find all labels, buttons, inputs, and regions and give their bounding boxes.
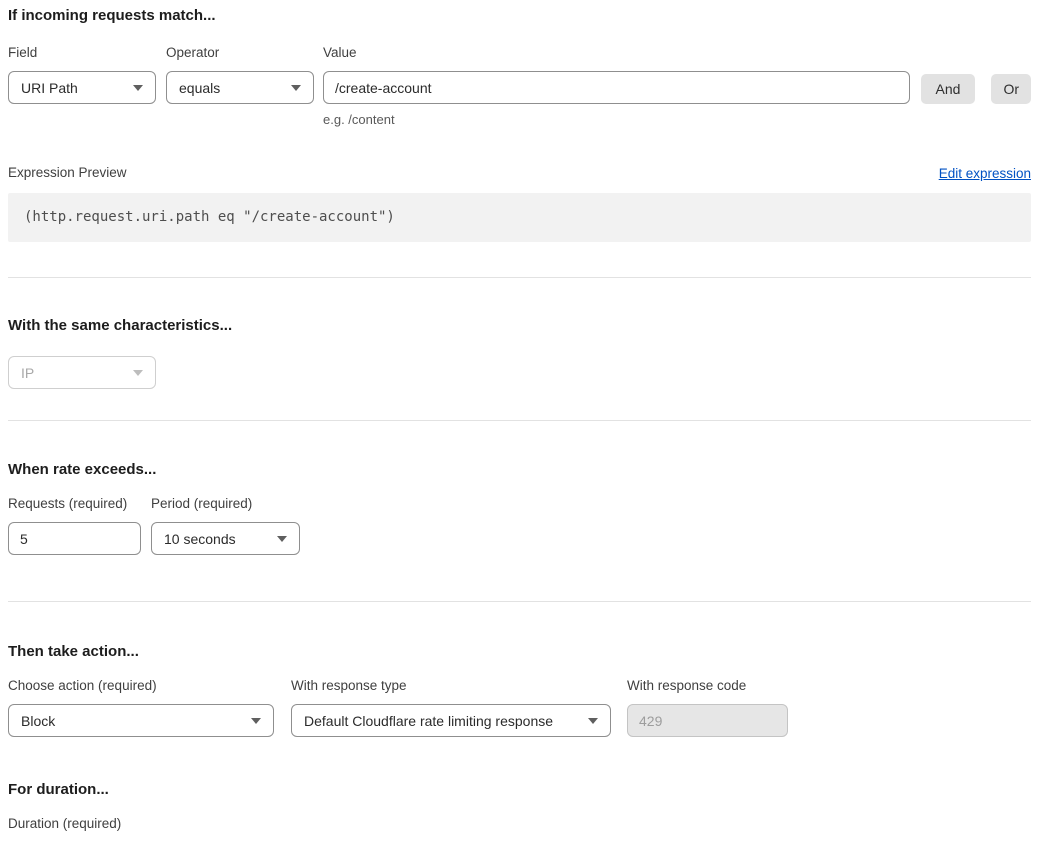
rate-controls-row: Requests (required) Period (required) 10… [8,496,1031,555]
value-label: Value [323,45,910,61]
field-column: Field URI Path [8,45,156,104]
rate-section-title: When rate exceeds... [8,460,1031,480]
and-button[interactable]: And [921,74,976,104]
characteristic-select: IP [8,356,156,389]
section-divider [8,420,1031,421]
response-type-select-value: Default Cloudflare rate limiting respons… [304,713,553,729]
match-section-title: If incoming requests match... [8,6,1031,26]
value-input[interactable] [323,71,910,104]
choose-action-select-value: Block [21,713,55,729]
response-code-column: With response code [627,678,788,737]
requests-label: Requests (required) [8,496,141,512]
chevron-down-icon [133,370,143,376]
value-hint: e.g. /content [323,112,910,127]
response-type-column: With response type Default Cloudflare ra… [291,678,611,737]
choose-action-label: Choose action (required) [8,678,274,694]
section-divider [8,601,1031,602]
period-column: Period (required) 10 seconds [151,496,300,555]
response-type-label: With response type [291,678,611,694]
requests-column: Requests (required) [8,496,141,555]
chevron-down-icon [277,536,287,542]
duration-column: Duration (required) 10 seconds [8,816,156,842]
duration-section-title: For duration... [8,780,1031,800]
value-column: Value e.g. /content [323,45,910,127]
characteristic-select-value: IP [21,365,34,381]
choose-action-select[interactable]: Block [8,704,274,737]
section-divider [8,277,1031,278]
response-code-label: With response code [627,678,788,694]
response-code-input [627,704,788,737]
rate-limiting-rule-form: If incoming requests match... Field URI … [0,0,1048,842]
period-select-value: 10 seconds [164,531,236,547]
chevron-down-icon [251,718,261,724]
match-controls-row: Field URI Path Operator equals Value e.g… [8,45,1031,127]
operator-select[interactable]: equals [166,71,314,104]
operator-select-value: equals [179,80,220,96]
field-select[interactable]: URI Path [8,71,156,104]
field-label: Field [8,45,156,61]
period-select[interactable]: 10 seconds [151,522,300,555]
duration-label: Duration (required) [8,816,156,832]
chevron-down-icon [133,85,143,91]
expression-preview-row: Expression Preview Edit expression [8,165,1031,181]
action-controls-row: Choose action (required) Block With resp… [8,678,1031,737]
characteristics-section-title: With the same characteristics... [8,316,1031,336]
edit-expression-link[interactable]: Edit expression [939,166,1031,181]
operator-column: Operator equals [166,45,314,104]
response-type-select[interactable]: Default Cloudflare rate limiting respons… [291,704,611,737]
choose-action-column: Choose action (required) Block [8,678,274,737]
period-label: Period (required) [151,496,300,512]
expression-preview-code: (http.request.uri.path eq "/create-accou… [8,193,1031,242]
expression-preview-label: Expression Preview [8,165,127,181]
chevron-down-icon [291,85,301,91]
requests-input[interactable] [8,522,141,555]
field-select-value: URI Path [21,80,78,96]
operator-label: Operator [166,45,314,61]
expression-connector-buttons: And Or [921,74,1031,104]
action-section-title: Then take action... [8,642,1031,662]
or-button[interactable]: Or [991,74,1031,104]
chevron-down-icon [588,718,598,724]
